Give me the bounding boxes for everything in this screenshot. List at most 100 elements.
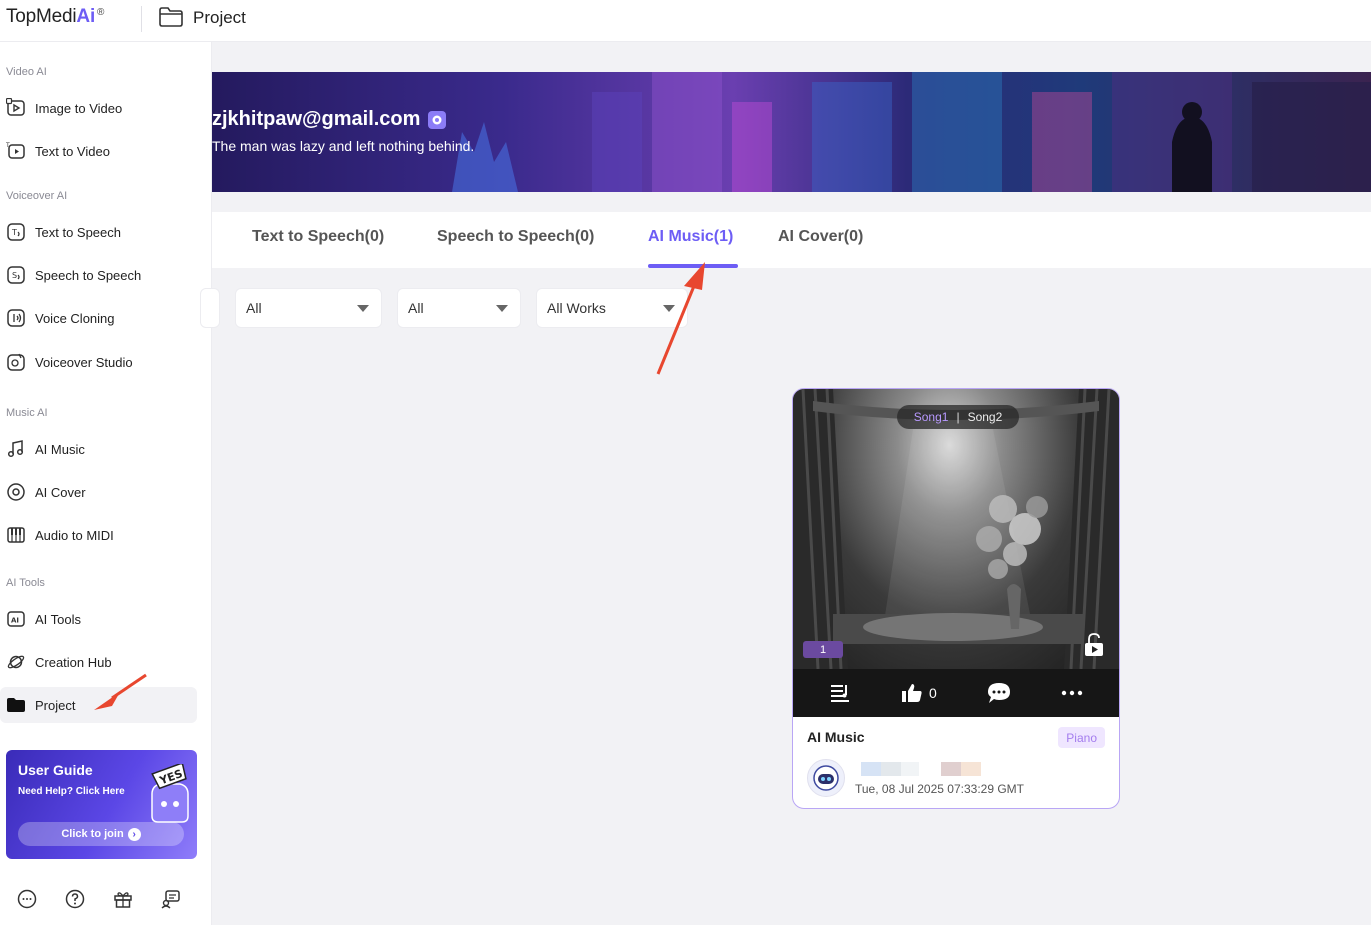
like-count: 0 xyxy=(929,685,937,701)
arrow-right-icon: › xyxy=(127,827,141,841)
song-tab-1[interactable]: Song1 xyxy=(914,410,949,424)
filter-dropdown-2[interactable]: All xyxy=(397,288,521,328)
cyberpunk-city-background xyxy=(452,72,1371,192)
sidebar-item-voiceover-studio[interactable]: Voiceover Studio xyxy=(0,344,197,380)
sidebar-bottom-icons xyxy=(0,884,212,914)
section-title-music-ai: Music AI xyxy=(6,407,48,419)
song-tab-separator: | xyxy=(956,410,960,424)
card-action-bar: 0 xyxy=(793,669,1119,717)
song-tab-2[interactable]: Song2 xyxy=(968,410,1003,424)
sidebar-item-creation-hub[interactable]: Creation Hub xyxy=(0,644,197,680)
feedback-icon[interactable] xyxy=(160,888,182,910)
verified-badge-icon xyxy=(428,110,447,129)
email-text: zjkhitpaw@gmail.com xyxy=(212,108,421,130)
sidebar-item-label: Text to Video xyxy=(35,143,110,159)
blurred-username xyxy=(861,762,981,776)
card-cover-image[interactable]: Song1 | Song2 1 xyxy=(793,389,1119,669)
sidebar-item-speech-to-speech[interactable]: S Speech to Speech xyxy=(0,257,197,293)
comment-icon xyxy=(988,683,1010,703)
voice-cloning-icon xyxy=(7,309,25,327)
tab-speech-to-speech[interactable]: Speech to Speech(0) xyxy=(437,228,594,246)
voiceover-studio-icon xyxy=(7,353,25,371)
lyrics-button[interactable] xyxy=(829,681,851,705)
sidebar-item-label: Voiceover Studio xyxy=(35,354,133,370)
sidebar-item-label: AI Tools xyxy=(35,611,82,627)
music-note-icon xyxy=(7,440,24,458)
sidebar-item-label: Speech to Speech xyxy=(35,267,142,283)
app-logo[interactable]: TopMediAi ® xyxy=(6,6,104,28)
unlock-play-icon[interactable] xyxy=(1083,633,1105,657)
card-info: AI Music Piano Tue, 08 Jul 2025 07:33:29… xyxy=(793,717,1119,808)
section-title-ai-tools: AI Tools xyxy=(6,577,45,589)
sidebar-item-voice-cloning[interactable]: Voice Cloning xyxy=(0,300,197,336)
logo-registered-mark: ® xyxy=(97,6,105,18)
lyrics-icon xyxy=(831,685,849,702)
song-index-badge: 1 xyxy=(803,641,843,658)
help-icon[interactable] xyxy=(64,888,86,910)
tab-text-to-speech[interactable]: Text to Speech(0) xyxy=(252,228,384,246)
text-to-speech-icon: T xyxy=(7,223,25,241)
sidebar-item-audio-to-midi[interactable]: Audio to MIDI xyxy=(0,517,197,553)
category-tabs: Text to Speech(0) Speech to Speech(0) AI… xyxy=(212,212,1371,268)
song-switcher[interactable]: Song1 | Song2 xyxy=(897,405,1019,429)
click-to-join-button[interactable]: Click to join › xyxy=(18,822,184,846)
planet-icon xyxy=(7,655,25,669)
ai-tools-icon: AI xyxy=(7,611,25,627)
profile-banner: zjkhitpaw@gmail.com The man was lazy and… xyxy=(212,72,1371,192)
logo-text: TopMedi xyxy=(6,6,77,27)
caret-down-icon xyxy=(357,305,369,312)
user-guide-banner[interactable]: User Guide Need Help? Click Here YES Cli… xyxy=(6,750,197,859)
sidebar-item-text-to-speech[interactable]: T Text to Speech xyxy=(0,214,197,250)
robot-avatar-icon xyxy=(813,765,839,791)
top-divider xyxy=(141,6,142,32)
svg-text:S: S xyxy=(12,271,17,280)
tab-ai-music[interactable]: AI Music(1) xyxy=(648,228,733,246)
stage-flowers-artwork xyxy=(793,389,1119,669)
caret-down-icon xyxy=(663,305,675,312)
svg-text:AI: AI xyxy=(11,617,19,625)
text-to-video-icon: T xyxy=(6,142,25,159)
tab-ai-cover[interactable]: AI Cover(0) xyxy=(778,228,863,246)
caret-down-icon xyxy=(496,305,508,312)
sidebar-item-ai-cover[interactable]: AI Cover xyxy=(0,474,197,510)
join-button-label: Click to join xyxy=(61,828,124,840)
filter-value: All xyxy=(408,300,424,316)
filter-dropdown-partial[interactable] xyxy=(200,288,220,328)
section-title-voiceover-ai: Voiceover AI xyxy=(6,190,68,202)
comment-button[interactable] xyxy=(987,681,1011,705)
like-button[interactable]: 0 xyxy=(901,681,937,705)
discord-mascot-icon: YES xyxy=(151,764,189,823)
card-date: Tue, 08 Jul 2025 07:33:29 GMT xyxy=(855,782,1024,796)
speech-to-speech-icon: S xyxy=(7,266,25,284)
sidebar-item-ai-tools[interactable]: AI AI Tools xyxy=(0,601,197,637)
filter-dropdown-works[interactable]: All Works xyxy=(536,288,688,328)
card-title: AI Music xyxy=(807,729,865,745)
piano-icon xyxy=(7,527,25,543)
sidebar-item-text-to-video[interactable]: T Text to Video xyxy=(0,133,197,169)
svg-text:T: T xyxy=(6,142,10,149)
avatar[interactable] xyxy=(807,759,845,797)
sidebar-item-project[interactable]: Project xyxy=(0,687,197,723)
chat-icon[interactable] xyxy=(16,888,38,910)
sidebar-item-image-to-video[interactable]: Image to Video xyxy=(0,90,197,126)
svg-text:T: T xyxy=(11,228,17,237)
gift-icon[interactable] xyxy=(112,888,134,910)
sidebar-item-label: Creation Hub xyxy=(35,654,112,670)
sidebar-item-ai-music[interactable]: AI Music xyxy=(0,431,197,467)
sidebar-item-label: Text to Speech xyxy=(35,224,121,240)
filter-dropdown-1[interactable]: All xyxy=(235,288,382,328)
disc-icon xyxy=(7,483,25,501)
active-tab-indicator xyxy=(648,264,738,268)
logo-ai-text: Ai xyxy=(76,6,96,27)
image-to-video-icon xyxy=(6,98,25,116)
guide-title: User Guide xyxy=(18,762,93,778)
sidebar-item-label: Audio to MIDI xyxy=(35,527,114,543)
more-options-button[interactable] xyxy=(1061,681,1083,705)
folder-icon xyxy=(159,7,183,27)
thumbs-up-icon xyxy=(902,684,922,702)
music-card[interactable]: Song1 | Song2 1 0 AI Music Piano Tue, 08… xyxy=(792,388,1120,809)
profile-bio: The man was lazy and left nothing behind… xyxy=(212,138,475,154)
sidebar-item-label: AI Cover xyxy=(35,484,86,500)
filter-value: All Works xyxy=(547,300,606,316)
sidebar-item-label: Voice Cloning xyxy=(35,310,115,326)
